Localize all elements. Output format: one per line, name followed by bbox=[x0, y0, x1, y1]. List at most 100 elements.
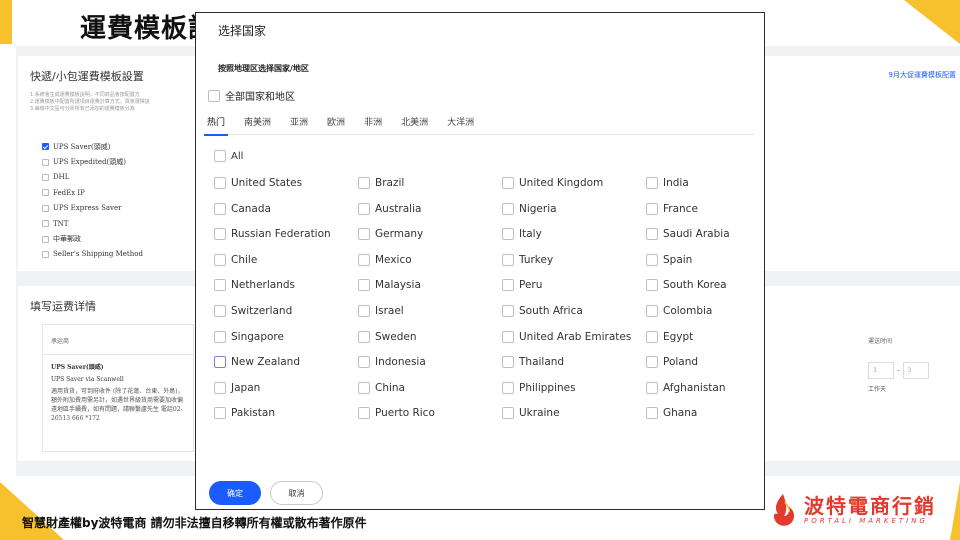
checkbox-box[interactable] bbox=[208, 89, 220, 102]
checkbox-box[interactable] bbox=[358, 228, 370, 241]
checkbox-box[interactable] bbox=[502, 177, 514, 189]
checkbox-box[interactable] bbox=[502, 407, 514, 420]
checkbox-box[interactable] bbox=[646, 356, 658, 369]
country-checkbox[interactable]: United Kingdom bbox=[502, 175, 646, 191]
all-countries-checkbox[interactable]: All bbox=[214, 150, 243, 162]
country-checkbox[interactable]: South Africa bbox=[502, 303, 646, 319]
checkbox-box[interactable] bbox=[502, 228, 514, 241]
checkbox-box[interactable] bbox=[646, 381, 658, 394]
carrier-option[interactable]: UPS Saver(頭威) bbox=[42, 139, 143, 154]
checkbox-box[interactable] bbox=[358, 407, 370, 420]
carrier-option[interactable]: FedEx IP bbox=[42, 185, 143, 200]
country-checkbox[interactable]: Nigeria bbox=[502, 201, 646, 217]
checkbox-box[interactable] bbox=[42, 235, 49, 243]
country-checkbox[interactable]: Malaysia bbox=[358, 277, 502, 293]
country-checkbox[interactable]: Saudi Arabia bbox=[646, 226, 754, 242]
checkbox-box[interactable] bbox=[42, 204, 49, 212]
carrier-option[interactable]: 中華郵政 bbox=[42, 231, 143, 246]
checkbox-box[interactable] bbox=[214, 279, 226, 292]
country-checkbox[interactable]: Israel bbox=[358, 303, 502, 319]
delivery-time-to-input[interactable]: 3 bbox=[902, 362, 929, 379]
country-checkbox[interactable]: Sweden bbox=[358, 329, 502, 345]
country-checkbox[interactable]: Mexico bbox=[358, 252, 502, 268]
checkbox-box[interactable] bbox=[646, 253, 658, 266]
country-checkbox[interactable]: Puerto Rico bbox=[358, 405, 502, 421]
country-checkbox[interactable]: Switzerland bbox=[214, 303, 358, 319]
checkbox-box[interactable] bbox=[502, 356, 514, 369]
checkbox-box[interactable] bbox=[502, 304, 514, 317]
tab-asia[interactable]: 亚洲 bbox=[290, 113, 308, 135]
country-checkbox[interactable]: Egypt bbox=[646, 329, 754, 345]
country-checkbox[interactable]: United Arab Emirates bbox=[502, 329, 646, 345]
country-checkbox[interactable]: Netherlands bbox=[214, 277, 358, 293]
checkbox-box[interactable] bbox=[42, 189, 49, 197]
checkbox-box[interactable] bbox=[214, 356, 226, 369]
country-checkbox[interactable]: Poland bbox=[646, 354, 754, 370]
checkbox-box[interactable] bbox=[214, 202, 226, 215]
country-checkbox[interactable]: New Zealand bbox=[214, 354, 358, 370]
checkbox-box[interactable] bbox=[358, 253, 370, 266]
carrier-option[interactable]: Seller's Shipping Method bbox=[42, 247, 143, 262]
checkbox-box[interactable] bbox=[358, 177, 370, 189]
checkbox-box[interactable] bbox=[502, 202, 514, 215]
checkbox-box[interactable] bbox=[646, 228, 658, 241]
tab-popular[interactable]: 热门 bbox=[203, 113, 229, 136]
select-all-countries-checkbox[interactable]: 全部国家和地区 bbox=[208, 88, 295, 103]
country-checkbox[interactable]: Brazil bbox=[358, 175, 502, 191]
checkbox-box[interactable] bbox=[214, 177, 226, 189]
checkbox-box[interactable] bbox=[502, 279, 514, 292]
country-checkbox[interactable]: Peru bbox=[502, 277, 646, 293]
country-checkbox[interactable]: India bbox=[646, 175, 754, 191]
country-checkbox[interactable]: Russian Federation bbox=[214, 226, 358, 242]
checkbox-box[interactable] bbox=[358, 381, 370, 394]
checkbox-box[interactable] bbox=[42, 158, 49, 166]
country-checkbox[interactable]: Afghanistan bbox=[646, 380, 754, 396]
country-checkbox[interactable]: Ukraine bbox=[502, 405, 646, 421]
checkbox-box[interactable] bbox=[214, 228, 226, 241]
checkbox-box[interactable] bbox=[42, 173, 49, 181]
country-checkbox[interactable]: Italy bbox=[502, 226, 646, 242]
country-checkbox[interactable]: France bbox=[646, 201, 754, 217]
country-checkbox[interactable]: Singapore bbox=[214, 329, 358, 345]
country-checkbox[interactable]: Pakistan bbox=[214, 405, 358, 421]
checkbox-box[interactable] bbox=[42, 143, 49, 151]
checkbox-box[interactable] bbox=[646, 177, 658, 189]
checkbox-box[interactable] bbox=[214, 407, 226, 420]
tab-africa[interactable]: 非洲 bbox=[364, 113, 382, 135]
checkbox-box[interactable] bbox=[502, 381, 514, 394]
checkbox-box[interactable] bbox=[42, 220, 49, 228]
country-checkbox[interactable]: Turkey bbox=[502, 252, 646, 268]
checkbox-box[interactable] bbox=[646, 279, 658, 292]
country-checkbox[interactable]: Philippines bbox=[502, 380, 646, 396]
country-checkbox[interactable]: Colombia bbox=[646, 303, 754, 319]
carrier-option[interactable]: TNT bbox=[42, 216, 143, 231]
checkbox-box[interactable] bbox=[358, 356, 370, 369]
checkbox-box[interactable] bbox=[214, 330, 226, 343]
checkbox-box[interactable] bbox=[358, 304, 370, 317]
tab-oceania[interactable]: 大洋洲 bbox=[447, 113, 474, 135]
tab-europe[interactable]: 欧洲 bbox=[327, 113, 345, 135]
carrier-option[interactable]: DHL bbox=[42, 170, 143, 185]
checkbox-box[interactable] bbox=[502, 253, 514, 266]
country-checkbox[interactable]: United States bbox=[214, 175, 358, 191]
country-checkbox[interactable]: China bbox=[358, 380, 502, 396]
checkbox-box[interactable] bbox=[646, 304, 658, 317]
tab-north-america[interactable]: 北美洲 bbox=[401, 113, 428, 135]
country-checkbox[interactable]: Spain bbox=[646, 252, 754, 268]
checkbox-box[interactable] bbox=[502, 330, 514, 343]
country-checkbox[interactable]: Australia bbox=[358, 201, 502, 217]
cancel-button[interactable]: 取消 bbox=[270, 481, 323, 505]
checkbox-box[interactable] bbox=[214, 150, 226, 162]
country-checkbox[interactable]: Canada bbox=[214, 201, 358, 217]
checkbox-box[interactable] bbox=[646, 330, 658, 343]
carrier-option[interactable]: UPS Express Saver bbox=[42, 201, 143, 216]
country-checkbox[interactable]: Chile bbox=[214, 252, 358, 268]
carrier-option[interactable]: UPS Expedited(頭威) bbox=[42, 154, 143, 169]
country-checkbox[interactable]: Ghana bbox=[646, 405, 754, 421]
checkbox-box[interactable] bbox=[358, 330, 370, 343]
country-checkbox[interactable]: Indonesia bbox=[358, 354, 502, 370]
country-checkbox[interactable]: Thailand bbox=[502, 354, 646, 370]
checkbox-box[interactable] bbox=[358, 279, 370, 292]
checkbox-box[interactable] bbox=[646, 407, 658, 420]
checkbox-box[interactable] bbox=[214, 304, 226, 317]
